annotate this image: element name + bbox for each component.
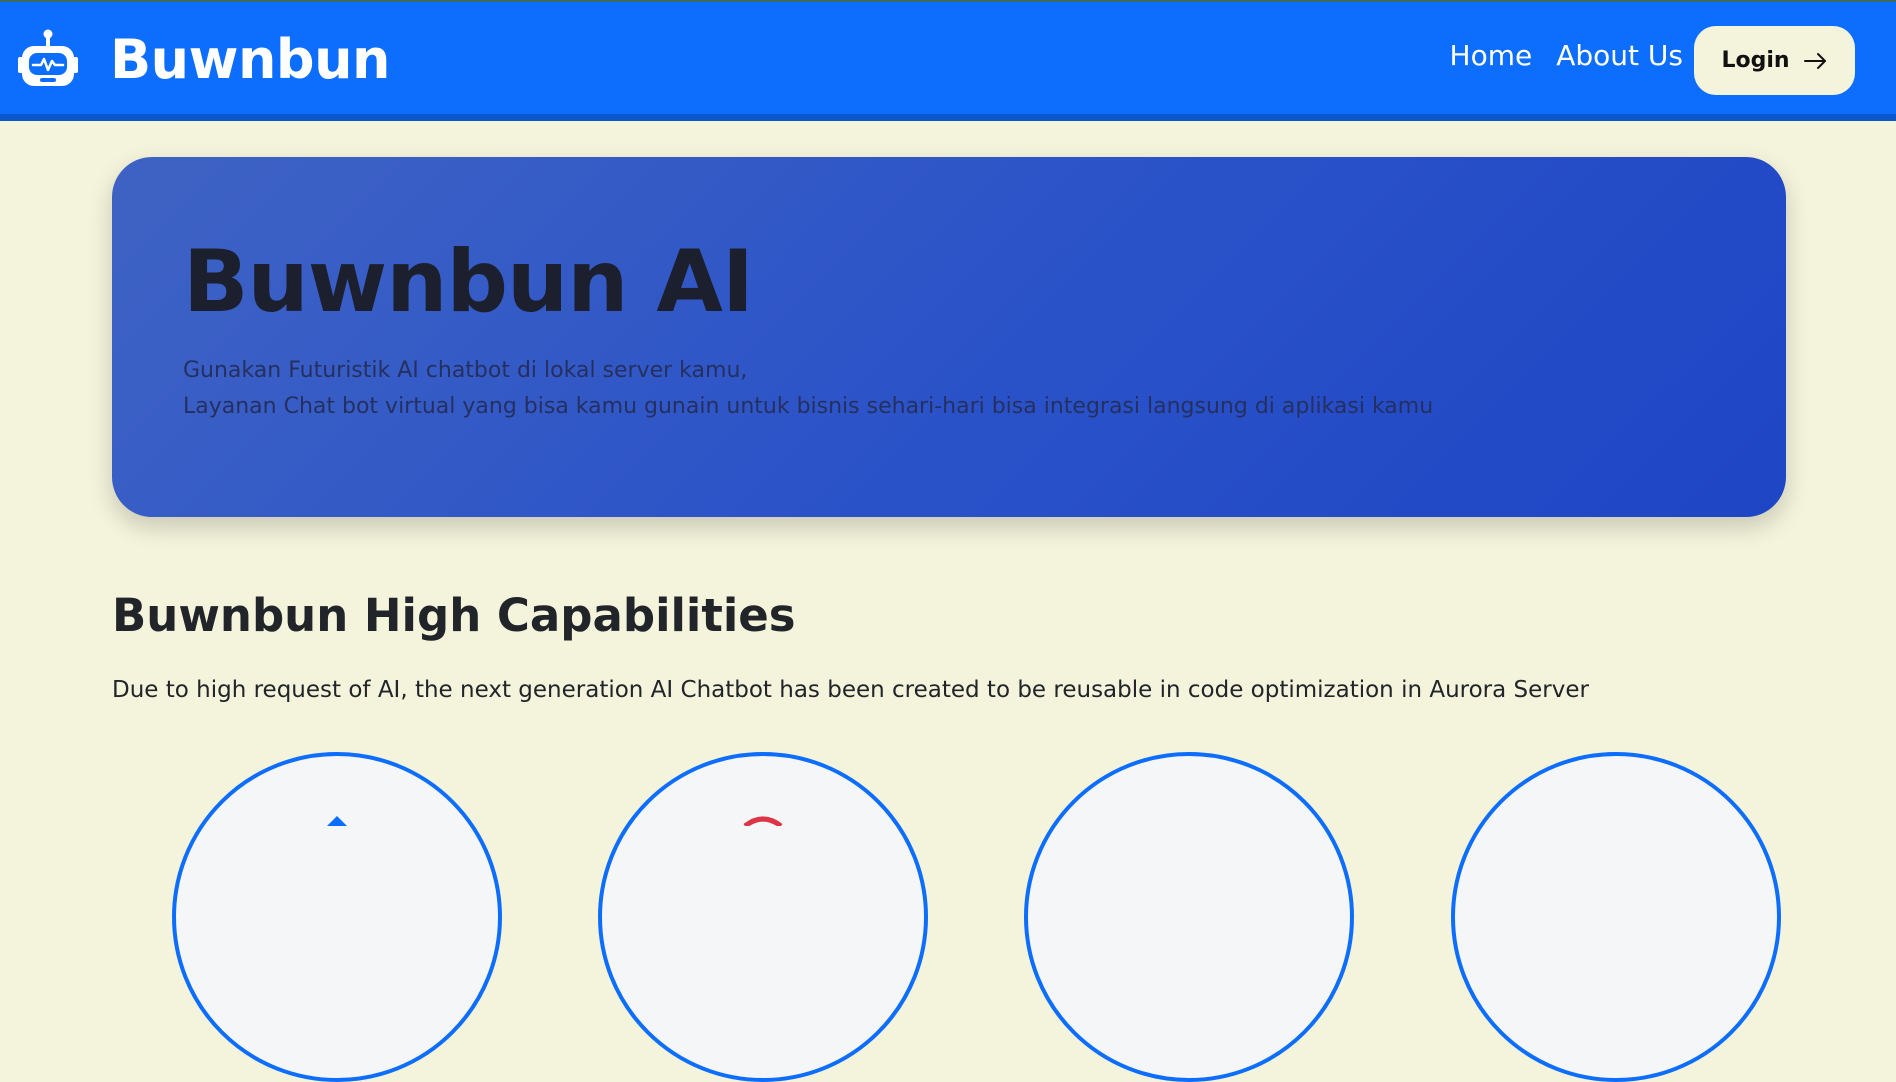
nav-links: Home About Us xyxy=(1450,42,1683,70)
capability-card-2 xyxy=(598,752,928,1082)
capability-card-3 xyxy=(1024,752,1354,1082)
hero-subtitle-line-1: Gunakan Futuristik AI chatbot di lokal s… xyxy=(183,358,748,383)
capability-card-4 xyxy=(1451,752,1781,1082)
hero-subtitle: Gunakan Futuristik AI chatbot di lokal s… xyxy=(183,353,1433,425)
capability-card-1 xyxy=(172,752,502,1082)
capabilities-title: Buwnbun High Capabilities xyxy=(112,589,796,642)
login-button[interactable]: Login xyxy=(1694,26,1855,95)
arrow-right-icon xyxy=(1803,52,1826,69)
robot-icon xyxy=(18,29,78,86)
hero-banner: Buwnbun AI Gunakan Futuristik AI chatbot… xyxy=(112,157,1786,517)
login-button-label: Login xyxy=(1721,48,1790,73)
nav-link-home[interactable]: Home xyxy=(1450,42,1533,70)
nav-link-about-us[interactable]: About Us xyxy=(1556,42,1683,70)
navbar: Buwnbun Home About Us Login xyxy=(0,2,1896,114)
capabilities-description: Due to high request of AI, the next gene… xyxy=(112,677,1589,703)
hero-title: Buwnbun AI xyxy=(183,232,754,332)
brand[interactable]: Buwnbun xyxy=(16,28,390,92)
brand-name: Buwnbun xyxy=(110,28,390,91)
hero-subtitle-line-2: Layanan Chat bot virtual yang bisa kamu … xyxy=(183,394,1434,419)
navbar-bottom-border xyxy=(0,114,1896,121)
